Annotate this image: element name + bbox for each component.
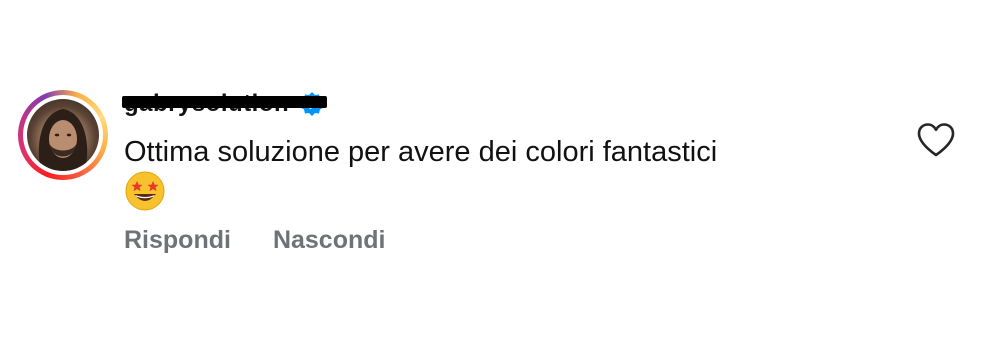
comment-actions: Rispondi Nascondi (124, 226, 385, 255)
avatar[interactable] (18, 90, 108, 180)
avatar-photo (27, 99, 99, 171)
hide-button[interactable]: Nascondi (273, 226, 386, 255)
username-row: gabrysolution (122, 88, 328, 120)
comment-text: Ottima soluzione per avere dei colori fa… (124, 136, 718, 168)
username-redaction (122, 96, 328, 108)
reply-button[interactable]: Rispondi (124, 226, 231, 255)
avatar-ring-gap (23, 95, 103, 175)
comment: gabrysolution Ottima soluzione per avere… (0, 0, 1000, 350)
star-struck-emoji-icon (125, 171, 165, 211)
heart-icon[interactable] (916, 122, 956, 158)
